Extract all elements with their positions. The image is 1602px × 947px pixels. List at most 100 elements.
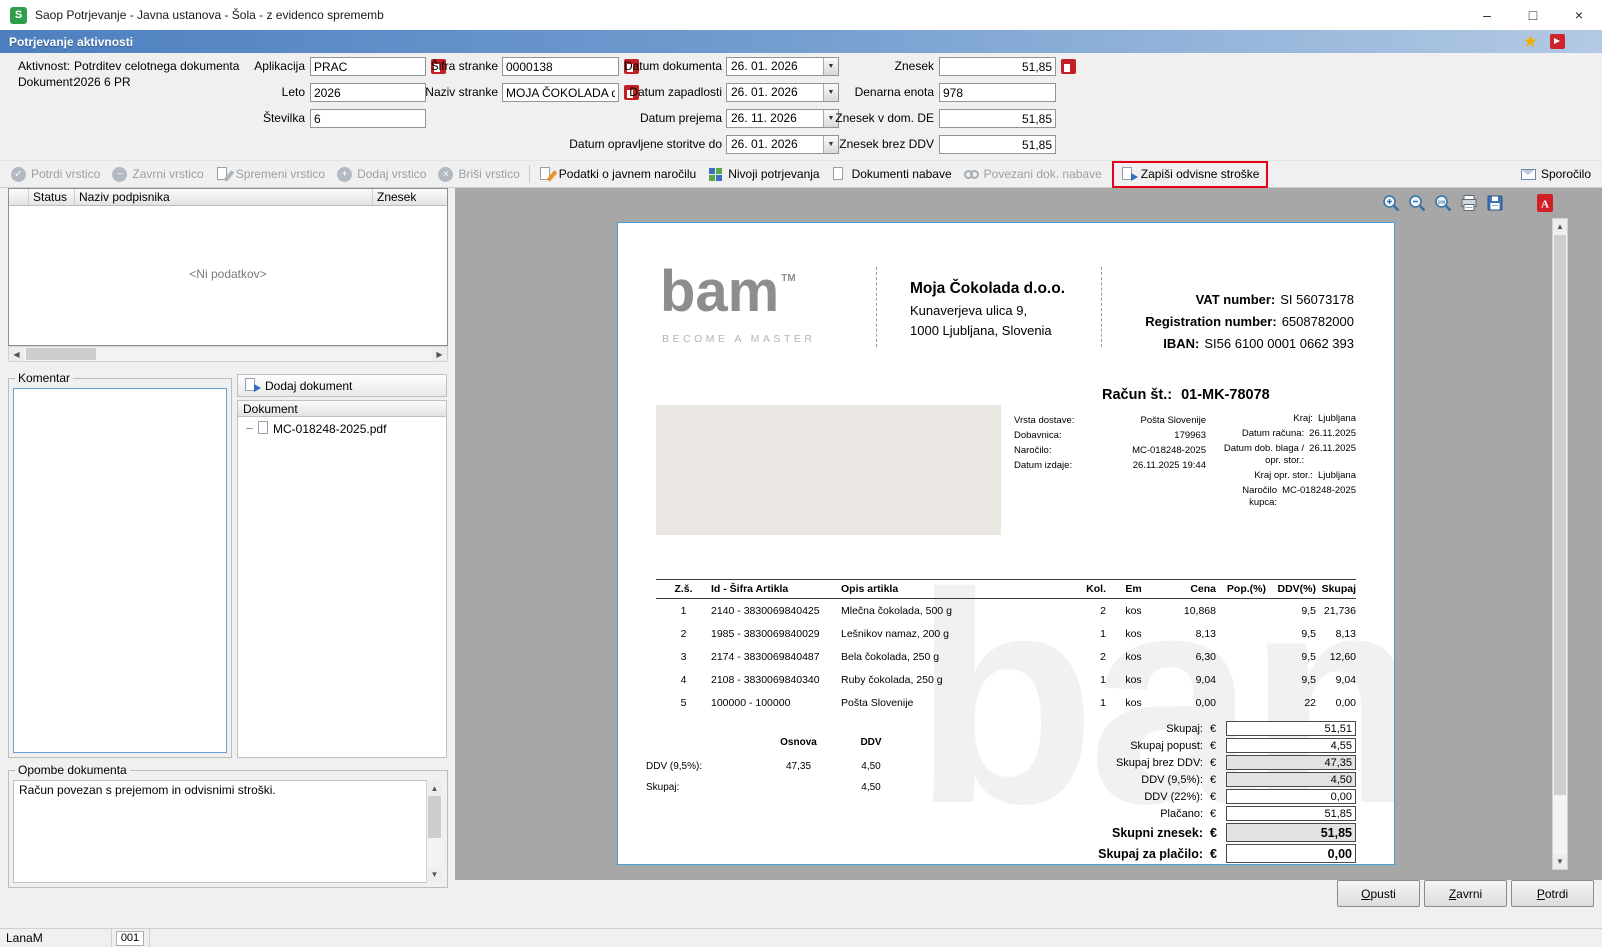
komentar-input[interactable] [13,388,227,753]
supplier-address: Moja Čokolada d.o.o. Kunaverjeva ulica 9… [910,279,1065,341]
brisi-vrstico-button[interactable]: × Briši vrstico [432,164,525,185]
zoom-in-icon[interactable] [1380,192,1402,214]
add-document-label: Dodaj dokument [265,378,353,393]
saop-logo-icon: S [10,6,27,24]
pdf-export-icon[interactable]: A [1534,192,1556,214]
svg-text:A: A [1541,199,1549,211]
dokumenti-nabave-button[interactable]: Dokumenti nabave [826,164,958,185]
scroll-track[interactable] [1553,234,1567,854]
scroll-down-icon[interactable]: ▼ [427,867,442,882]
favorite-star-icon[interactable]: ★ [1523,33,1538,50]
scroll-track[interactable] [24,347,432,361]
add-document-button[interactable]: Dodaj dokument [237,374,447,397]
scroll-up-icon[interactable]: ▲ [1553,219,1567,234]
total-row: Skupaj brez DDV: €47,35 [1038,754,1356,771]
status-bar: LanaM 001 [0,928,1602,947]
supplier-name: Moja Čokolada d.o.o. [910,280,1066,297]
scroll-left-icon[interactable]: ◀ [9,347,24,361]
znesek-brez-ddv-label: Znesek brez DDV [839,137,934,151]
datum-prejema-label: Datum prejema [639,111,722,125]
znesek-brez-ddv-input[interactable] [939,135,1056,154]
signers-col-naziv-podpisnika[interactable]: Naziv podpisnika [75,189,373,205]
signers-col-znesek[interactable]: Znesek [373,189,447,205]
spremeni-vrstico-button[interactable]: Spremeni vrstico [210,164,331,185]
invoice-number: Račun št.: 01-MK-78078 [1102,387,1270,403]
aktivnost-label: Aktivnost: [18,59,71,73]
scroll-down-icon[interactable]: ▼ [1553,854,1567,869]
document-list-item[interactable]: MC-018248-2025.pdf [238,417,446,436]
nivoji-potrjevanja-button[interactable]: Nivoji potrjevanja [702,164,825,185]
denarna-enota-input[interactable] [939,83,1056,102]
supplier-registry: VAT number: SI 56073178 Registration numb… [1145,292,1354,351]
total-row: Skupaj: €51,51 [1038,720,1356,737]
opombe-label: Opombe dokumenta [15,763,130,777]
leto-label: Leto [281,85,305,99]
documents-list: MC-018248-2025.pdf [237,417,447,758]
purchase-documents-icon [832,166,847,182]
supplier-street: Kunaverjeva ulica 9, [910,303,1028,318]
supplier-logo-tagline: BECOME A MASTER [662,333,816,345]
toolbar-item-label: Briši vrstico [458,167,520,181]
znesek-input[interactable] [939,57,1056,76]
pdf-file-icon [257,421,269,436]
zoom-out-icon[interactable] [1406,192,1428,214]
maximize-button[interactable]: □ [1510,0,1556,30]
status-user: LanaM [0,929,112,947]
sifra-stranke-label: Šifra stranke [430,59,498,73]
save-icon[interactable] [1484,192,1506,214]
scroll-thumb[interactable] [1554,235,1566,795]
minimize-button[interactable]: – [1464,0,1510,30]
opombe-input[interactable]: Račun povezan s prejemom in odvisnimi st… [13,780,427,883]
zavrni-vrstico-button[interactable]: − Zavrni vrstico [106,164,209,185]
dashed-divider [876,267,877,347]
invoice-page: bam bamTM BECOME A MASTER Moja Čokolada … [617,222,1395,865]
total-row: Plačano: €51,85 [1038,805,1356,822]
print-icon[interactable] [1458,192,1480,214]
opusti-button[interactable]: Opusti [1337,880,1420,907]
approval-levels-icon [708,167,723,182]
total-row: DDV (9,5%): €4,50 [1038,771,1356,788]
toolbar-item-label: Podatki o javnem naročilu [558,167,697,181]
znesek-dom-label: Znesek v dom. DE [835,111,934,125]
total-row-due: Skupaj za plačilo: €0,00 [1038,843,1356,864]
toolbar-item-label: Dokumenti nabave [851,167,952,181]
toolbar-separator [528,165,530,183]
title-bar: S Saop Potrjevanje - Javna ustanova - Šo… [0,0,1602,30]
denarna-enota-label: Denarna enota [854,85,934,99]
public-order-icon [539,166,558,182]
edit-row-icon [216,166,235,182]
dodaj-vrstico-button[interactable]: + Dodaj vrstico [331,164,432,185]
required-flag-icon[interactable] [1061,59,1076,74]
signers-col-selector[interactable] [9,189,29,205]
close-button[interactable]: × [1556,0,1602,30]
preview-vertical-scrollbar[interactable]: ▲ ▼ [1552,218,1568,870]
documents-column-header[interactable]: Dokument [237,400,447,417]
sporocilo-button[interactable]: Sporočilo [1515,164,1597,185]
toolbar: ✓ Potrdi vrstico − Zavrni vrstico Spreme… [0,160,1602,188]
opombe-scrollbar[interactable]: ▲ ▼ [426,781,442,882]
invoice-items-table: Z.š. Id - Šifra Artikla Opis artikla Kol… [656,579,1356,714]
potrdi-vrstico-button[interactable]: ✓ Potrdi vrstico [5,164,106,185]
signers-col-status[interactable]: Status [29,189,75,205]
zoom-100-icon[interactable]: 100 [1432,192,1454,214]
podatki-o-javnem-narocilu-button[interactable]: Podatki o javnem naročilu [533,164,702,185]
exit-icon[interactable] [1550,34,1565,49]
zavrni-button[interactable]: Zavrni [1424,880,1507,907]
povezani-dok-nabave-button[interactable]: Povezani dok. nabave [958,164,1108,185]
scroll-right-icon[interactable]: ▶ [432,347,447,361]
znesek-dom-input[interactable] [939,109,1056,128]
invoice-meta-right: Kraj: Ljubljana Datum računa: 26.11.2025 D… [1223,413,1356,508]
scroll-track[interactable] [427,796,442,867]
scroll-up-icon[interactable]: ▲ [427,781,442,796]
delete-row-icon: × [438,166,454,182]
invoice-meta-left: Vrsta dostave: Pošta Slovenije Dobavnica:… [1014,415,1206,471]
zapisi-odvisne-stroske-button[interactable]: Zapiši odvisne stroške [1111,160,1269,188]
scroll-thumb[interactable] [428,796,441,838]
signers-horizontal-scrollbar[interactable]: ◀ ▶ [8,346,448,362]
scroll-thumb[interactable] [26,348,96,360]
stevilka-input[interactable] [310,109,426,128]
potrdi-button[interactable]: Potrdi [1511,880,1594,907]
confirm-row-icon: ✓ [11,166,26,182]
add-document-icon [244,378,261,393]
toolbar-item-label: Sporočilo [1540,167,1591,181]
